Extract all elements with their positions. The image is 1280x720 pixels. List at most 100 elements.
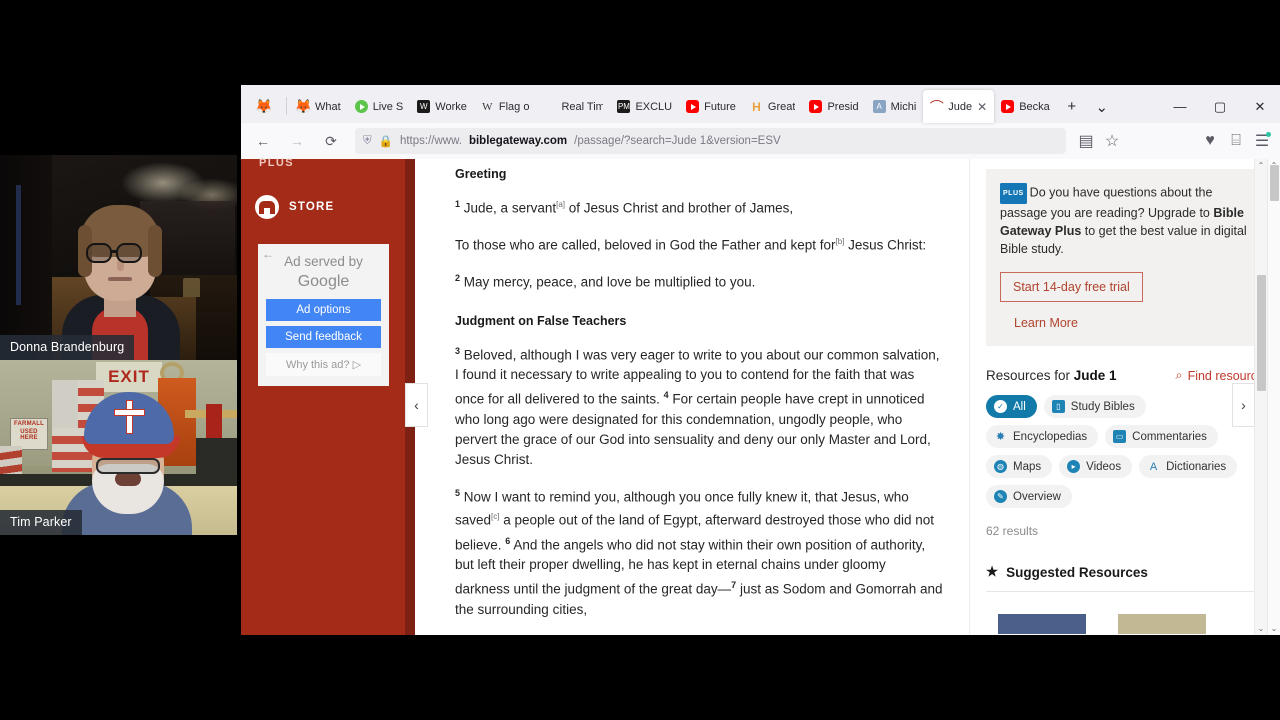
tab-michigan[interactable]: A Michi <box>866 90 924 123</box>
reader-mode-icon[interactable]: ▤ <box>1074 129 1098 153</box>
window-scrollbar[interactable]: ⌃ ⌄ <box>1267 159 1280 635</box>
tab-becka[interactable]: Becka <box>994 90 1057 123</box>
footnote-ref[interactable]: [a] <box>556 200 565 209</box>
suggested-resources-header: ★ Suggested Resources <box>986 564 1264 580</box>
panel-scrollbar[interactable]: ⌃ ⌄ <box>1254 159 1267 635</box>
scroll-down-arrow-icon[interactable]: ⌄ <box>1258 622 1265 635</box>
tab-live-stream[interactable]: Live S <box>348 90 411 123</box>
ad-options-button[interactable]: Ad options <box>266 299 381 321</box>
bookmark-star-icon[interactable]: ☆ <box>1100 129 1124 153</box>
passage-heading-2: Judgment on False Teachers <box>455 313 627 328</box>
address-bar[interactable]: ⛨ 🔒 https://www. biblegateway.com/passage… <box>355 128 1066 154</box>
shield-icon[interactable]: ⛨ <box>363 135 372 148</box>
start-free-trial-button[interactable]: Start 14-day free trial <box>1000 272 1143 302</box>
find-resource-button[interactable]: ⌕ Find resource <box>1176 368 1264 383</box>
chip-all[interactable]: ✓ All <box>986 395 1037 418</box>
previous-passage-button[interactable]: ‹ <box>405 383 428 427</box>
biblegateway-icon: ⌒ <box>929 98 944 115</box>
store-icon <box>255 195 279 219</box>
verse-number: 1 <box>455 199 461 209</box>
extensions-icon[interactable]: ⌸ <box>1224 129 1248 153</box>
learn-more-link[interactable]: Learn More <box>1014 316 1250 330</box>
tab-label: Future <box>704 100 736 113</box>
chip-overview[interactable]: ✎ Overview <box>986 485 1072 508</box>
chip-dictionaries[interactable]: A Dictionaries <box>1139 455 1238 478</box>
minimize-button[interactable]: — <box>1160 90 1200 123</box>
passage-heading: Greeting <box>455 167 507 181</box>
find-resource-label: Find resource <box>1187 368 1264 383</box>
navigation-toolbar: ← → ⟳ ⛨ 🔒 https://www. biblegateway.com/p… <box>241 123 1280 159</box>
verse-1: 1 Jude, a servant[a] of Jesus Christ and… <box>455 194 944 219</box>
close-window-button[interactable]: ✕ <box>1240 90 1280 123</box>
url-domain: biblegateway.com <box>468 135 568 147</box>
tab-president[interactable]: Presid <box>802 90 865 123</box>
firefox-view-button[interactable]: 🦊 <box>245 90 283 123</box>
url-prefix: https://www. <box>399 135 462 147</box>
tab-what[interactable]: 🦊 What <box>290 90 348 123</box>
window-controls: — ▢ ✕ <box>1160 90 1280 123</box>
verse-tail: Jesus Christ: <box>844 237 927 252</box>
resource-thumbnail[interactable] <box>1118 614 1206 634</box>
maximize-button[interactable]: ▢ <box>1200 90 1240 123</box>
verse-tail: of Jesus Christ and brother of James, <box>565 200 794 216</box>
scroll-down-arrow-icon[interactable]: ⌄ <box>1271 622 1278 635</box>
blue-doc-icon: A <box>872 100 886 113</box>
scrollbar-thumb[interactable] <box>1269 165 1279 201</box>
google-ad-panel: ← Ad served by Google Ad options Send fe… <box>258 244 389 386</box>
pocket-icon[interactable]: ♥ <box>1198 129 1222 153</box>
send-feedback-button[interactable]: Send feedback <box>266 326 381 348</box>
ad-back-arrow-icon[interactable]: ← <box>262 247 274 261</box>
plus-promo-text: PLUS Do you have questions about the pass… <box>1000 183 1250 258</box>
chip-label: Overview <box>1013 490 1061 503</box>
scrollbar-thumb[interactable] <box>1256 275 1266 391</box>
next-passage-button[interactable]: › <box>1232 383 1255 427</box>
chip-maps[interactable]: ◍ Maps <box>986 455 1053 478</box>
tab-exclusive[interactable]: PM EXCLU <box>610 90 679 123</box>
letter-a-icon: A <box>1149 460 1158 473</box>
scroll-up-arrow-icon[interactable]: ⌃ <box>1258 159 1265 172</box>
verse-1-continued: To those who are called, beloved in God … <box>455 232 944 256</box>
page-content: PLUS STORE ← Ad served by Google Ad opti… <box>241 157 1280 635</box>
chip-encyclopedias[interactable]: ✸ Encyclopedias <box>986 425 1099 448</box>
resources-title-reference: Jude 1 <box>1073 368 1117 383</box>
verse-number: 7 <box>731 580 737 590</box>
tab-jude-active[interactable]: ⌒ Jude ✕ <box>923 90 995 123</box>
forward-button[interactable]: → <box>281 127 313 155</box>
tab-label: Live S <box>372 100 404 113</box>
sidebar-item-store[interactable]: STORE <box>255 195 334 219</box>
tab-label: Great <box>767 100 796 113</box>
plus-promo-card: PLUS Do you have questions about the pass… <box>986 169 1264 346</box>
webcam-scene-tim: EXIT FARMALL USED HERE <box>0 360 237 535</box>
video-tile-donna[interactable]: Donna Brandenburg <box>0 155 237 360</box>
exit-sign: EXIT <box>96 362 162 392</box>
promo-text-1: Do you have questions about the passage … <box>1000 185 1214 221</box>
tab-future[interactable]: Future <box>679 90 743 123</box>
list-all-tabs-button[interactable]: ⌄ <box>1087 90 1117 123</box>
tab-great[interactable]: H Great <box>743 90 803 123</box>
why-this-ad-button[interactable]: Why this ad? ▷ <box>266 353 381 376</box>
plus-badge: PLUS <box>1000 183 1027 204</box>
new-tab-button[interactable]: + <box>1057 90 1087 123</box>
verse-number: 4 <box>663 390 669 400</box>
chip-label: Maps <box>1013 460 1042 473</box>
tab-flag[interactable]: W Flag o <box>474 90 537 123</box>
video-tile-tim[interactable]: EXIT FARMALL USED HERE Tim Parker <box>0 360 237 535</box>
tab-workers[interactable]: W Worke <box>410 90 474 123</box>
comment-icon: ▭ <box>1113 430 1127 443</box>
app-menu-icon[interactable]: ☰ <box>1250 129 1274 153</box>
chip-commentaries[interactable]: ▭ Commentaries <box>1105 425 1218 448</box>
lock-icon[interactable]: 🔒 <box>379 134 393 148</box>
tab-real-time[interactable]: Real Time <box>536 90 610 123</box>
ad-provider-label: Google <box>297 273 350 290</box>
back-button[interactable]: ← <box>247 127 279 155</box>
chip-study-bibles[interactable]: ▯ Study Bibles <box>1043 395 1146 418</box>
sidebar-plus-label[interactable]: PLUS <box>259 157 294 169</box>
tab-close-icon[interactable]: ✕ <box>977 100 987 114</box>
resource-thumbnail[interactable] <box>998 614 1086 634</box>
participant-name-tim: Tim Parker <box>0 510 82 535</box>
address-bar-icons: ▤ ☆ <box>1074 129 1124 153</box>
tab-label: Presid <box>827 100 859 113</box>
chip-videos[interactable]: ▸ Videos <box>1059 455 1133 478</box>
reload-button[interactable]: ⟳ <box>315 127 347 155</box>
resources-title-prefix: Resources for <box>986 368 1074 383</box>
